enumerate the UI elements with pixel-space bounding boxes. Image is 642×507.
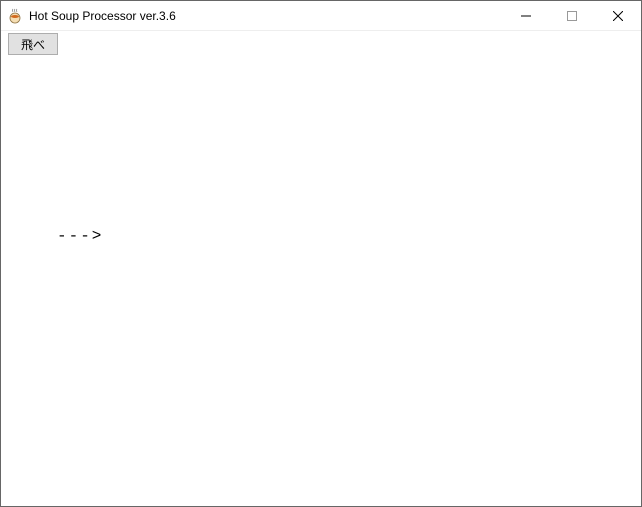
window-title: Hot Soup Processor ver.3.6 <box>29 9 503 23</box>
close-button[interactable] <box>595 1 641 30</box>
fly-button[interactable]: 飛べ <box>8 33 58 55</box>
app-icon <box>7 8 23 24</box>
window-controls <box>503 1 641 30</box>
maximize-button[interactable] <box>549 1 595 30</box>
client-area: 飛べ ---> <box>1 31 641 506</box>
application-window: Hot Soup Processor ver.3.6 飛べ ---> <box>0 0 642 507</box>
titlebar: Hot Soup Processor ver.3.6 <box>1 1 641 31</box>
arrow-output-text: ---> <box>57 227 103 245</box>
minimize-button[interactable] <box>503 1 549 30</box>
